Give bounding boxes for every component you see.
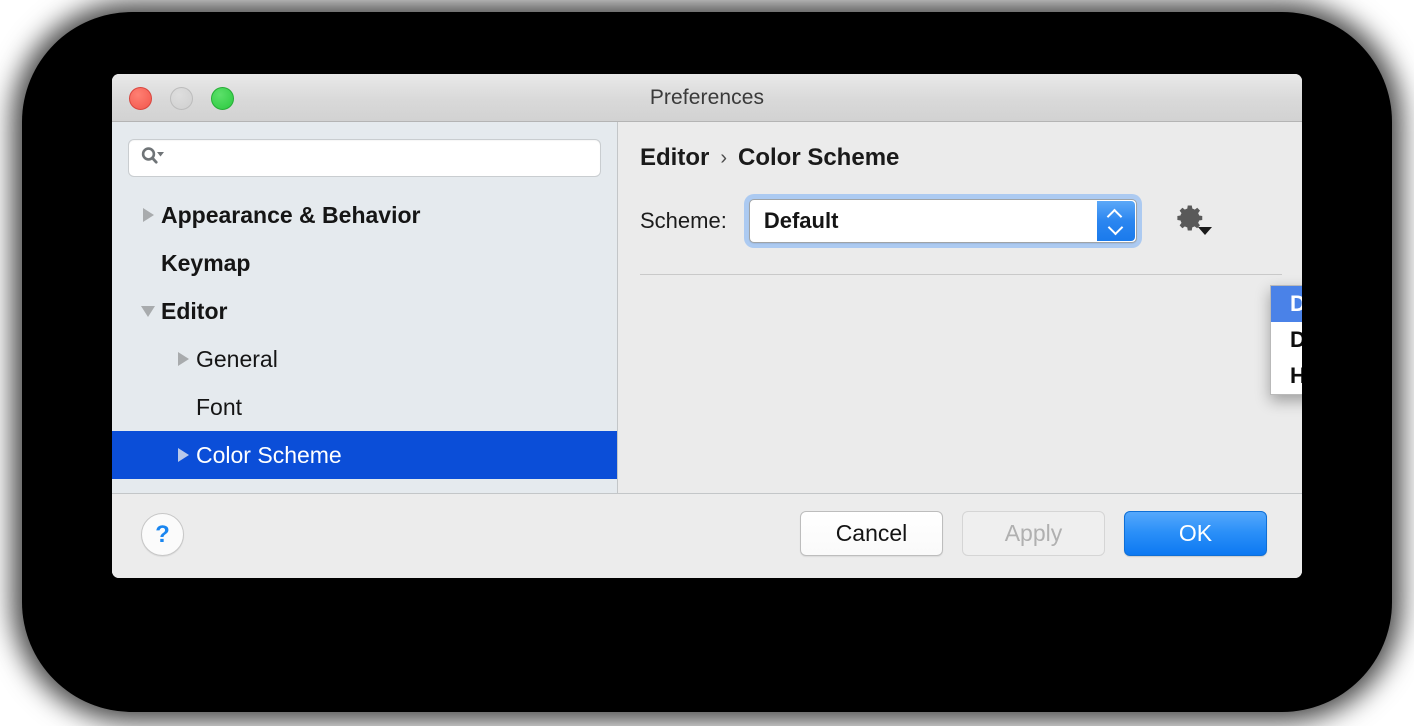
window-body: Appearance & Behavior Keymap Editor Gene…: [112, 122, 1302, 493]
sidebar-item-editor[interactable]: Editor: [112, 287, 617, 335]
window-titlebar: Preferences: [112, 74, 1302, 122]
dialog-footer: ? Cancel Apply OK: [112, 493, 1302, 578]
scheme-label: Scheme:: [640, 208, 727, 233]
menu-item-label: Default: [1290, 291, 1302, 316]
scheme-row: Scheme: Default: [640, 194, 1212, 248]
collapse-arrow-icon[interactable]: [135, 305, 161, 317]
sidebar-item-label: Color Scheme: [196, 441, 342, 468]
expand-arrow-icon[interactable]: [135, 208, 161, 222]
sidebar-item-appearance-behavior[interactable]: Appearance & Behavior: [112, 191, 617, 239]
settings-sidebar: Appearance & Behavior Keymap Editor Gene…: [112, 122, 618, 493]
chevron-down-icon[interactable]: [1197, 227, 1212, 235]
scheme-settings-button[interactable]: [1176, 201, 1212, 241]
sidebar-item-color-scheme[interactable]: Color Scheme: [112, 431, 617, 479]
ok-button[interactable]: OK: [1124, 511, 1267, 556]
footer-button-group: Cancel Apply OK: [800, 511, 1267, 556]
sidebar-item-label: Font: [196, 393, 243, 420]
sidebar-item-label: Appearance & Behavior: [161, 201, 421, 228]
search-field[interactable]: [128, 139, 601, 177]
menu-item-high-contrast[interactable]: High contrast: [1271, 358, 1302, 394]
sidebar-item-label: Keymap: [161, 249, 251, 276]
scheme-combobox[interactable]: Default: [748, 199, 1137, 243]
sidebar-item-font[interactable]: Font: [112, 383, 617, 431]
settings-tree: Appearance & Behavior Keymap Editor Gene…: [112, 191, 617, 479]
breadcrumb-parent[interactable]: Editor: [640, 144, 709, 172]
sidebar-item-label: General: [196, 345, 278, 372]
menu-item-label: High contrast: [1290, 363, 1302, 388]
window-title: Preferences: [649, 86, 765, 109]
cancel-button[interactable]: Cancel: [800, 511, 943, 556]
apply-button: Apply: [962, 511, 1105, 556]
scheme-combobox-value: Default: [763, 208, 839, 233]
expand-arrow-icon[interactable]: [170, 448, 196, 462]
search-container: [112, 122, 617, 177]
expand-arrow-icon[interactable]: [170, 352, 196, 366]
search-input[interactable]: [164, 149, 600, 167]
settings-content-pane: Editor › Color Scheme Scheme: Default D …: [618, 122, 1302, 493]
sidebar-item-keymap[interactable]: Keymap: [112, 239, 617, 287]
menu-item-default[interactable]: Default: [1271, 286, 1302, 322]
menu-item-label: Darcula: [1290, 327, 1302, 352]
help-button[interactable]: ?: [141, 513, 184, 556]
breadcrumb-separator-icon: ›: [720, 146, 727, 169]
breadcrumb: Editor › Color Scheme: [640, 144, 899, 172]
breadcrumb-current: Color Scheme: [738, 144, 900, 171]
scheme-stepper-button[interactable]: [1096, 201, 1135, 241]
scheme-dropdown-menu[interactable]: Default Darcula High contrast: [1270, 285, 1302, 395]
search-icon: [140, 146, 164, 171]
sidebar-item-label: Editor: [161, 297, 228, 324]
chevron-up-icon: [1109, 211, 1122, 219]
section-divider: [640, 274, 1282, 275]
menu-item-darcula[interactable]: Darcula: [1271, 322, 1302, 358]
scheme-combobox-focus-ring: Default: [743, 194, 1142, 248]
sidebar-item-general[interactable]: General: [112, 335, 617, 383]
chevron-down-icon: [1109, 223, 1122, 231]
preferences-window: Preferences Appearance & Behavior Keymap…: [112, 74, 1302, 578]
